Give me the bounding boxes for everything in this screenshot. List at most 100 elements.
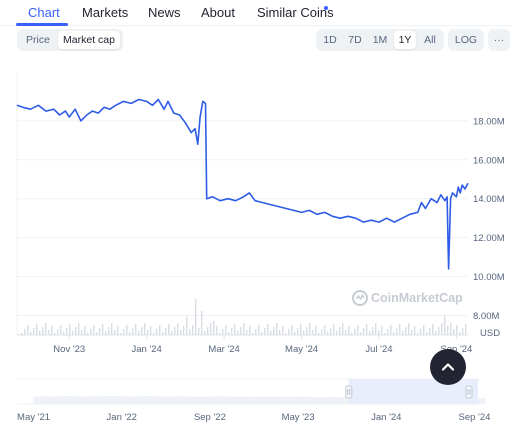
volume-bar	[282, 326, 284, 335]
y-tick-label: 12.00M	[473, 233, 505, 244]
watermark-text: CoinMarketCap	[371, 291, 463, 305]
volume-bar	[432, 324, 434, 335]
volume-bar	[450, 323, 452, 335]
volume-bar	[408, 323, 410, 335]
volume-bar	[321, 329, 323, 335]
volume-bar	[87, 333, 89, 335]
volume-bar	[144, 323, 146, 335]
volume-bar	[216, 326, 218, 335]
volume-bar	[120, 333, 122, 335]
volume-bar	[195, 299, 197, 335]
volume-bar	[447, 326, 449, 335]
navigator-tick-label: May '21	[17, 412, 50, 423]
market-cap-line	[16, 98, 469, 270]
volume-bar	[390, 325, 392, 335]
volume-bar	[204, 331, 206, 335]
volume-bar	[51, 326, 53, 335]
volume-bar	[156, 329, 158, 335]
volume-bar	[333, 324, 335, 335]
volume-bar	[72, 331, 74, 335]
volume-bar	[285, 333, 287, 335]
volume-bar	[279, 330, 281, 335]
volume-bar	[426, 332, 428, 335]
volume-bar	[240, 327, 242, 335]
volume-bar	[306, 327, 308, 335]
y-tick-label: 8.00M	[473, 311, 499, 322]
volume-bar	[276, 323, 278, 335]
volume-bar	[39, 331, 41, 335]
volume-bar	[354, 329, 356, 335]
volume-bar	[420, 329, 422, 335]
volume-bar	[126, 325, 128, 335]
volume-bar	[312, 330, 314, 335]
volume-bar	[132, 328, 134, 335]
volume-bar	[294, 332, 296, 335]
scroll-to-top-button[interactable]	[430, 349, 466, 385]
volume-bar	[219, 333, 221, 335]
y-axis-unit: USD	[480, 328, 500, 339]
chevron-up-icon	[441, 363, 455, 371]
volume-bar	[255, 329, 257, 335]
volume-bar	[414, 326, 416, 335]
navigator-tick-label: Jan '24	[371, 412, 401, 423]
volume-bar	[168, 324, 170, 335]
volume-bar	[210, 323, 212, 335]
volume-bar	[84, 326, 86, 335]
volume-bar	[54, 333, 56, 335]
y-tick-label: 18.00M	[473, 116, 505, 127]
y-tick-label: 16.00M	[473, 155, 505, 166]
volume-bar	[48, 330, 50, 335]
volume-bar	[111, 323, 113, 335]
x-tick-label: Nov '23	[53, 344, 85, 355]
volume-bar	[102, 324, 104, 335]
volume-bar	[435, 331, 437, 335]
volume-bar	[336, 331, 338, 335]
volume-bar	[396, 328, 398, 335]
volume-bar	[129, 332, 131, 335]
navigator-selection[interactable]	[348, 379, 478, 404]
range-navigator[interactable]: May '21 Jan '22 Sep '22 May '23 Jan '24 Sep '…	[17, 378, 490, 423]
volume-bar	[63, 332, 65, 335]
volume-bar	[339, 327, 341, 335]
handle-grip	[345, 385, 353, 399]
volume-bar	[303, 331, 305, 335]
volume-bar	[378, 330, 380, 335]
volume-bar	[78, 323, 80, 335]
volume-bar	[348, 326, 350, 335]
volume-bar	[453, 329, 455, 335]
volume-bar	[60, 325, 62, 335]
volume-bar	[228, 332, 230, 335]
y-tick-label: 14.00M	[473, 194, 505, 205]
volume-bar	[36, 324, 38, 335]
volume-bar	[174, 327, 176, 335]
volume-bar	[249, 326, 251, 335]
volume-bar	[99, 328, 101, 335]
volume-bar	[213, 321, 215, 335]
volume-bar	[21, 333, 23, 335]
volume-bar	[363, 328, 365, 335]
volume-bar	[318, 333, 320, 335]
volume-bar	[324, 325, 326, 335]
volume-bar	[75, 327, 77, 335]
volume-bar	[264, 328, 266, 335]
volume-bar	[261, 332, 263, 335]
volume-bar	[108, 327, 110, 335]
volume-bar	[159, 325, 161, 335]
x-tick-label: Jul '24	[365, 344, 392, 355]
navigator-left-handle[interactable]	[345, 385, 353, 399]
volume-bar	[462, 328, 464, 335]
volume-bar	[297, 328, 299, 335]
volume-bar	[171, 331, 173, 335]
volume-bar	[288, 329, 290, 335]
volume-bar	[300, 324, 302, 335]
volume-bar	[105, 331, 107, 335]
volume-bar	[393, 332, 395, 335]
volume-bar	[369, 331, 371, 335]
volume-bar	[138, 331, 140, 335]
volume-bar	[384, 333, 386, 335]
navigator-right-handle[interactable]	[465, 385, 473, 399]
volume-bar	[381, 326, 383, 335]
x-tick-label: Jan '24	[132, 344, 162, 355]
volume-bar	[258, 325, 260, 335]
volume-bar	[192, 325, 194, 335]
